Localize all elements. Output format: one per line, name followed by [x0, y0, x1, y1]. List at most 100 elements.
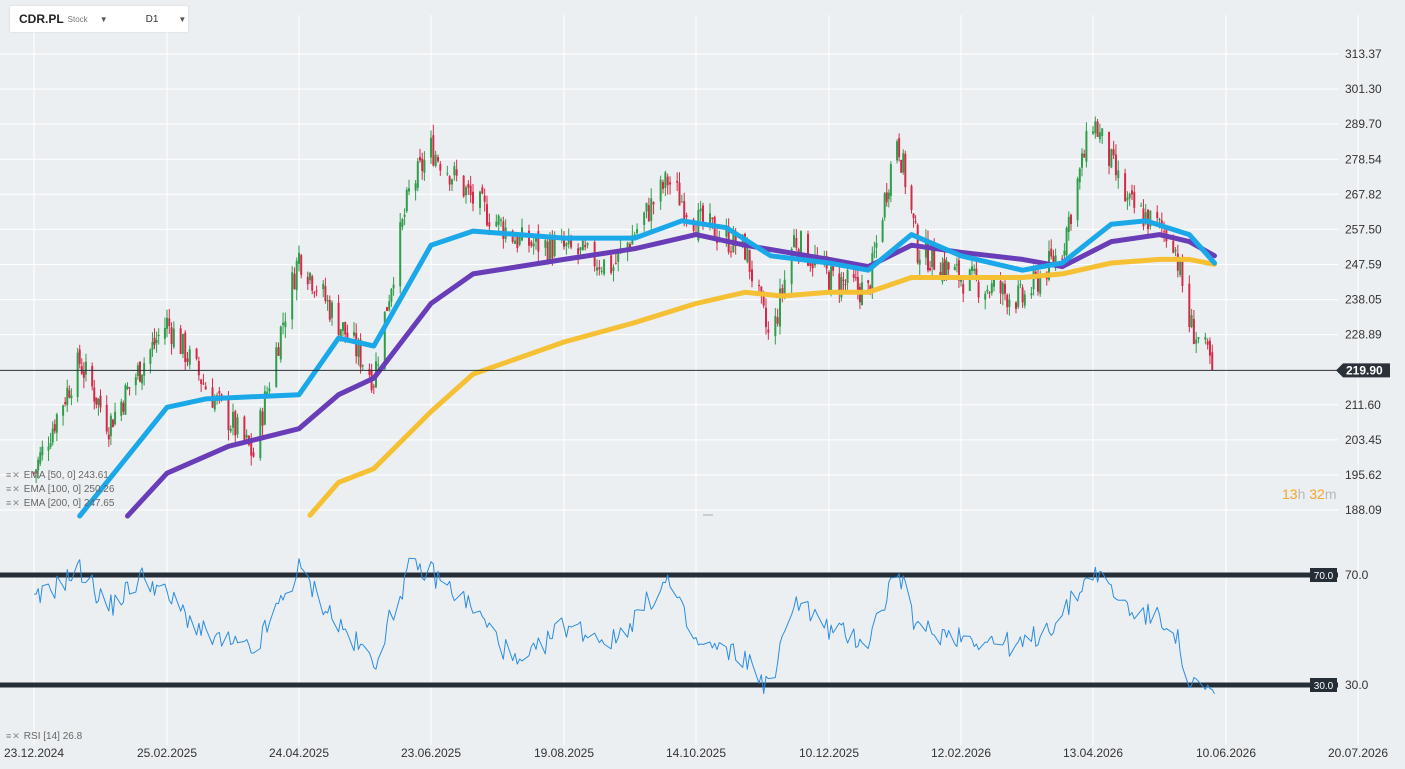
- candle-body: [124, 385, 127, 415]
- candle-body: [702, 205, 704, 224]
- countdown-hours: 13: [1282, 486, 1298, 502]
- ema-50-line: [77, 218, 1217, 519]
- candle-body: [84, 361, 87, 375]
- candle-body: [910, 185, 913, 210]
- candle-body: [1197, 337, 1200, 339]
- candle-body: [846, 269, 849, 284]
- candle-body: [337, 302, 340, 336]
- candle-body: [368, 368, 371, 375]
- ema-50-legend[interactable]: ≡✕ EMA [50, 0] 243.61: [6, 470, 109, 481]
- candle-body: [495, 221, 498, 227]
- indicator-settings-icon[interactable]: ≡✕: [6, 498, 21, 509]
- candle-body: [1098, 132, 1101, 140]
- candle-body: [322, 283, 325, 290]
- candle-body: [1114, 154, 1117, 176]
- candle-body: [943, 258, 946, 277]
- indicator-settings-icon[interactable]: ≡✕: [6, 470, 21, 481]
- rsi-level-tag-label: 30.0: [1314, 681, 1334, 692]
- candle-body: [1065, 227, 1068, 255]
- ema-200-layer: [307, 256, 1217, 518]
- candle-body: [551, 237, 554, 259]
- candle-body: [563, 240, 565, 247]
- indicator-settings-icon[interactable]: ≡✕: [6, 484, 21, 495]
- candle-body: [1001, 283, 1004, 295]
- candle-body: [405, 189, 408, 212]
- candle-body: [953, 266, 956, 271]
- symbol-selector[interactable]: CDR.PL Stock ▼ D1 ▼: [10, 6, 188, 32]
- candle-body: [885, 192, 888, 203]
- pane-resize-handle[interactable]: [703, 514, 713, 516]
- indicator-settings-icon[interactable]: ≡✕: [6, 731, 21, 742]
- candle-body: [472, 191, 474, 204]
- candle-body: [680, 201, 683, 203]
- candle-body: [977, 282, 980, 298]
- candle-body: [95, 397, 98, 405]
- candle-body: [1181, 257, 1184, 287]
- candle-body: [1117, 170, 1120, 179]
- candle-body: [284, 321, 287, 328]
- candle-body: [432, 135, 435, 166]
- candle-body: [76, 352, 79, 397]
- candle-body: [49, 443, 52, 447]
- candle-body: [93, 387, 96, 402]
- candle-body: [774, 316, 777, 337]
- candle-body: [390, 288, 393, 302]
- candle-body: [1133, 192, 1136, 208]
- candle-body: [1070, 214, 1072, 225]
- candle-body: [430, 137, 432, 158]
- x-tick-label: 20.07.2026: [1328, 746, 1388, 760]
- candle-body: [138, 361, 141, 382]
- candle-body: [1063, 250, 1066, 256]
- candle-body: [64, 402, 67, 405]
- caret-down-icon[interactable]: ▼: [178, 15, 186, 24]
- ema-100-legend[interactable]: ≡✕ EMA [100, 0] 250.26: [6, 484, 114, 495]
- candle-body: [579, 247, 582, 251]
- rsi-legend[interactable]: ≡✕ RSI [14] 26.8: [6, 731, 82, 742]
- candle-body: [313, 292, 316, 294]
- candle-body: [298, 252, 300, 264]
- interval-label[interactable]: D1: [146, 14, 159, 25]
- candle-body: [143, 363, 146, 376]
- candle-body: [960, 279, 962, 282]
- candle-body: [664, 172, 667, 188]
- candle-body: [155, 340, 158, 343]
- candle-body: [711, 217, 714, 220]
- candle-body: [666, 176, 669, 186]
- y-tick-label: 278.54: [1345, 152, 1382, 166]
- candle-body: [1101, 128, 1104, 137]
- candle-body: [462, 175, 465, 197]
- candle-body: [993, 279, 995, 287]
- x-tick-label: 25.02.2025: [137, 746, 197, 760]
- candle-body: [1112, 149, 1115, 156]
- candle-body: [645, 202, 648, 212]
- asset-type-label: Stock: [67, 14, 88, 24]
- rsi-line: [34, 557, 1215, 695]
- candle-body: [66, 387, 69, 405]
- candle-body: [245, 434, 248, 438]
- ema-200-line: [307, 256, 1217, 518]
- candle-body: [268, 388, 271, 392]
- trading-chart[interactable]: 70.0 30.0 219.90 313.37 301.30 289.70 278.54…: [0, 0, 1405, 769]
- candle-body: [962, 284, 965, 294]
- y-tick-label: 301.30: [1345, 82, 1382, 96]
- caret-down-icon[interactable]: ▼: [100, 15, 108, 24]
- candle-body: [339, 329, 342, 337]
- ema-200-legend[interactable]: ≡✕ EMA [200, 0] 247.65: [6, 498, 114, 509]
- candle-body: [584, 245, 587, 248]
- candle-body: [904, 153, 907, 188]
- candle-body: [765, 307, 767, 328]
- candle-body: [570, 239, 573, 248]
- candle-body: [377, 364, 380, 366]
- candle-body: [586, 243, 589, 245]
- candle-body: [1190, 315, 1193, 328]
- candle-body: [423, 159, 426, 173]
- candle-body: [610, 255, 613, 273]
- candle-body: [39, 452, 42, 464]
- candle-body: [662, 182, 664, 189]
- candle-body: [781, 288, 784, 294]
- candle-body: [309, 272, 311, 281]
- countdown-hours-unit: h: [1297, 486, 1306, 502]
- y-tick-label: 195.62: [1345, 468, 1382, 482]
- chart-canvas[interactable]: 70.0 30.0 219.90 313.37 301.30 289.70 278.54…: [0, 0, 1405, 769]
- candle-body: [1021, 287, 1024, 303]
